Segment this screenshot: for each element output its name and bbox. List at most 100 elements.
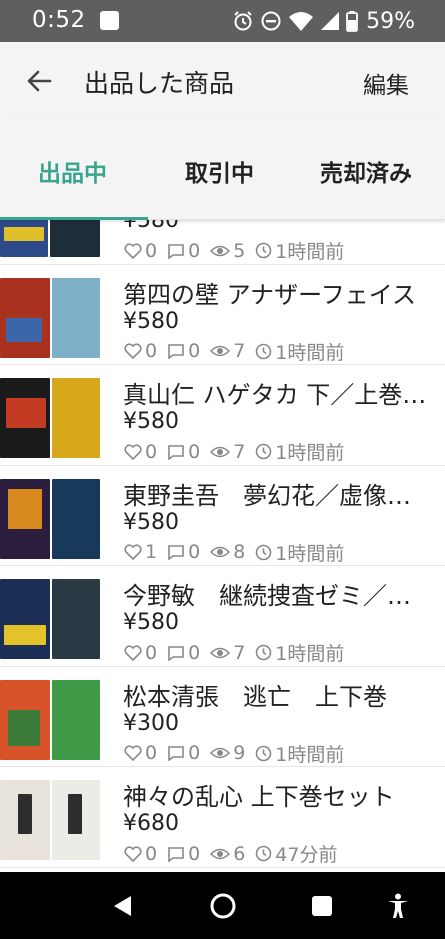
listing-row[interactable]: 第四の壁 アナザーフェイス ¥580 0 0 7 1時間前 bbox=[0, 265, 445, 365]
comment-count: 0 bbox=[188, 641, 201, 664]
listing-stats: 0 0 6 47分前 bbox=[124, 840, 347, 867]
clock-icon bbox=[255, 443, 272, 460]
page-title: 出品した商品 bbox=[84, 69, 235, 98]
comment-icon bbox=[168, 344, 184, 359]
notification-square-icon bbox=[100, 11, 119, 30]
eye-icon bbox=[210, 245, 231, 256]
tab-listing[interactable]: 出品中 bbox=[38, 154, 107, 188]
listed-time: 1時間前 bbox=[275, 643, 345, 665]
listing-title: 第四の壁 アナザーフェイス bbox=[123, 280, 416, 309]
arrow-back-icon bbox=[27, 70, 52, 92]
nav-recents-button[interactable] bbox=[306, 890, 338, 922]
back-button[interactable] bbox=[20, 62, 58, 100]
tab-bar: 出品中 取引中 売却済み bbox=[0, 120, 445, 220]
status-icons: 59% bbox=[232, 8, 415, 34]
listing-list[interactable]: ¥580 0 0 5 1時間前 第四の壁 アナザーフェイス ¥580 0 0 7… bbox=[0, 220, 445, 872]
listing-price: ¥300 bbox=[123, 710, 179, 736]
tab-sold[interactable]: 売却済み bbox=[320, 154, 412, 188]
listing-row[interactable]: ¥580 0 0 5 1時間前 bbox=[0, 220, 445, 265]
listing-title: 東野圭吾 夢幻花／虚像の道化師 bbox=[123, 481, 428, 510]
listing-row[interactable]: 松本清張 逃亡 上下巻 ¥300 0 0 9 1時間前 bbox=[0, 667, 445, 767]
battery-icon bbox=[346, 11, 358, 32]
eye-icon bbox=[210, 848, 231, 859]
listing-price: ¥580 bbox=[123, 308, 179, 334]
tab-indicator bbox=[0, 217, 148, 220]
listing-row[interactable]: 今野敏 継続捜査ゼミ／去就 ¥580 0 0 7 1時間前 bbox=[0, 566, 445, 667]
listing-price: ¥580 bbox=[123, 409, 179, 434]
clock-icon bbox=[255, 544, 272, 560]
view-count: 7 bbox=[233, 641, 246, 664]
comment-icon bbox=[168, 846, 184, 862]
view-count: 6 bbox=[233, 842, 246, 865]
like-count: 0 bbox=[145, 641, 158, 664]
eye-icon bbox=[210, 647, 231, 658]
listing-title: 松本清張 逃亡 上下巻 bbox=[123, 682, 387, 711]
like-count: 0 bbox=[145, 239, 158, 262]
listing-stats: 0 0 7 1時間前 bbox=[124, 338, 354, 365]
listed-time: 1時間前 bbox=[275, 442, 345, 464]
status-bar: 0:52 59% bbox=[0, 0, 445, 42]
heart-icon bbox=[124, 544, 142, 560]
heart-icon bbox=[124, 745, 142, 761]
eye-icon bbox=[210, 345, 231, 357]
listing-thumbnail bbox=[0, 268, 100, 362]
listing-title: 神々の乱心 上下巻セット bbox=[123, 783, 395, 811]
comment-icon bbox=[168, 545, 184, 560]
like-count: 0 bbox=[145, 440, 158, 463]
nav-back-button[interactable] bbox=[106, 890, 138, 922]
listing-title: 今野敏 継続捜査ゼミ／去就 bbox=[123, 582, 428, 610]
listing-stats: 0 0 7 1時間前 bbox=[124, 438, 354, 465]
recents-square-icon bbox=[312, 896, 332, 916]
eye-icon bbox=[210, 446, 231, 457]
system-nav-bar bbox=[0, 872, 445, 939]
heart-icon bbox=[124, 343, 142, 359]
heart-icon bbox=[124, 845, 142, 862]
comment-icon bbox=[168, 746, 184, 761]
heart-icon bbox=[124, 443, 142, 460]
listed-time: 1時間前 bbox=[275, 241, 345, 263]
comment-count: 0 bbox=[188, 541, 201, 563]
listing-stats: 1 0 8 1時間前 bbox=[124, 539, 354, 566]
listing-title: 真山仁 ハゲタカ 下／上巻セット bbox=[123, 381, 428, 409]
listing-thumbnail bbox=[0, 569, 100, 663]
alarm-icon bbox=[234, 11, 252, 31]
listed-time: 1時間前 bbox=[275, 743, 345, 766]
back-triangle-icon bbox=[114, 896, 131, 916]
listing-thumbnail bbox=[0, 469, 100, 563]
nav-home-button[interactable] bbox=[207, 890, 239, 922]
listing-thumbnail bbox=[0, 670, 100, 764]
listing-price: ¥580 bbox=[123, 509, 179, 535]
nav-accessibility-button[interactable] bbox=[382, 890, 414, 922]
listing-thumbnail bbox=[0, 770, 100, 864]
view-count: 7 bbox=[233, 340, 246, 362]
eye-icon bbox=[210, 546, 231, 558]
clock-icon bbox=[255, 845, 272, 862]
comment-count: 0 bbox=[188, 340, 201, 362]
listing-price: ¥580 bbox=[123, 220, 179, 233]
listed-time: 1時間前 bbox=[275, 341, 345, 364]
listing-stats: 0 0 5 1時間前 bbox=[124, 237, 354, 264]
listed-time: 1時間前 bbox=[275, 542, 345, 565]
tab-in-progress[interactable]: 取引中 bbox=[185, 154, 254, 188]
comment-icon bbox=[168, 645, 184, 661]
edit-button[interactable]: 編集 bbox=[363, 66, 409, 100]
comment-count: 0 bbox=[188, 239, 201, 262]
clock-icon bbox=[255, 745, 272, 761]
clock-icon bbox=[255, 644, 272, 661]
app-bar: 出品した商品 編集 bbox=[0, 42, 445, 120]
wifi-icon bbox=[289, 12, 314, 31]
comment-icon bbox=[168, 444, 184, 460]
clock-icon bbox=[255, 343, 272, 359]
eye-icon bbox=[210, 747, 231, 759]
listing-row[interactable]: 真山仁 ハゲタカ 下／上巻セット ¥580 0 0 7 1時間前 bbox=[0, 365, 445, 466]
listing-price: ¥580 bbox=[123, 610, 179, 635]
like-count: 0 bbox=[145, 742, 158, 764]
listing-row[interactable]: 東野圭吾 夢幻花／虚像の道化師 ¥580 1 0 8 1時間前 bbox=[0, 466, 445, 566]
listing-thumbnail bbox=[0, 220, 100, 261]
listing-row[interactable]: 神々の乱心 上下巻セット ¥680 0 0 6 47分前 bbox=[0, 767, 445, 868]
like-count: 1 bbox=[145, 541, 158, 563]
signal-icon bbox=[321, 12, 340, 30]
accessibility-icon bbox=[388, 893, 408, 918]
listing-stats: 0 0 7 1時間前 bbox=[124, 639, 354, 666]
like-count: 0 bbox=[145, 340, 158, 362]
